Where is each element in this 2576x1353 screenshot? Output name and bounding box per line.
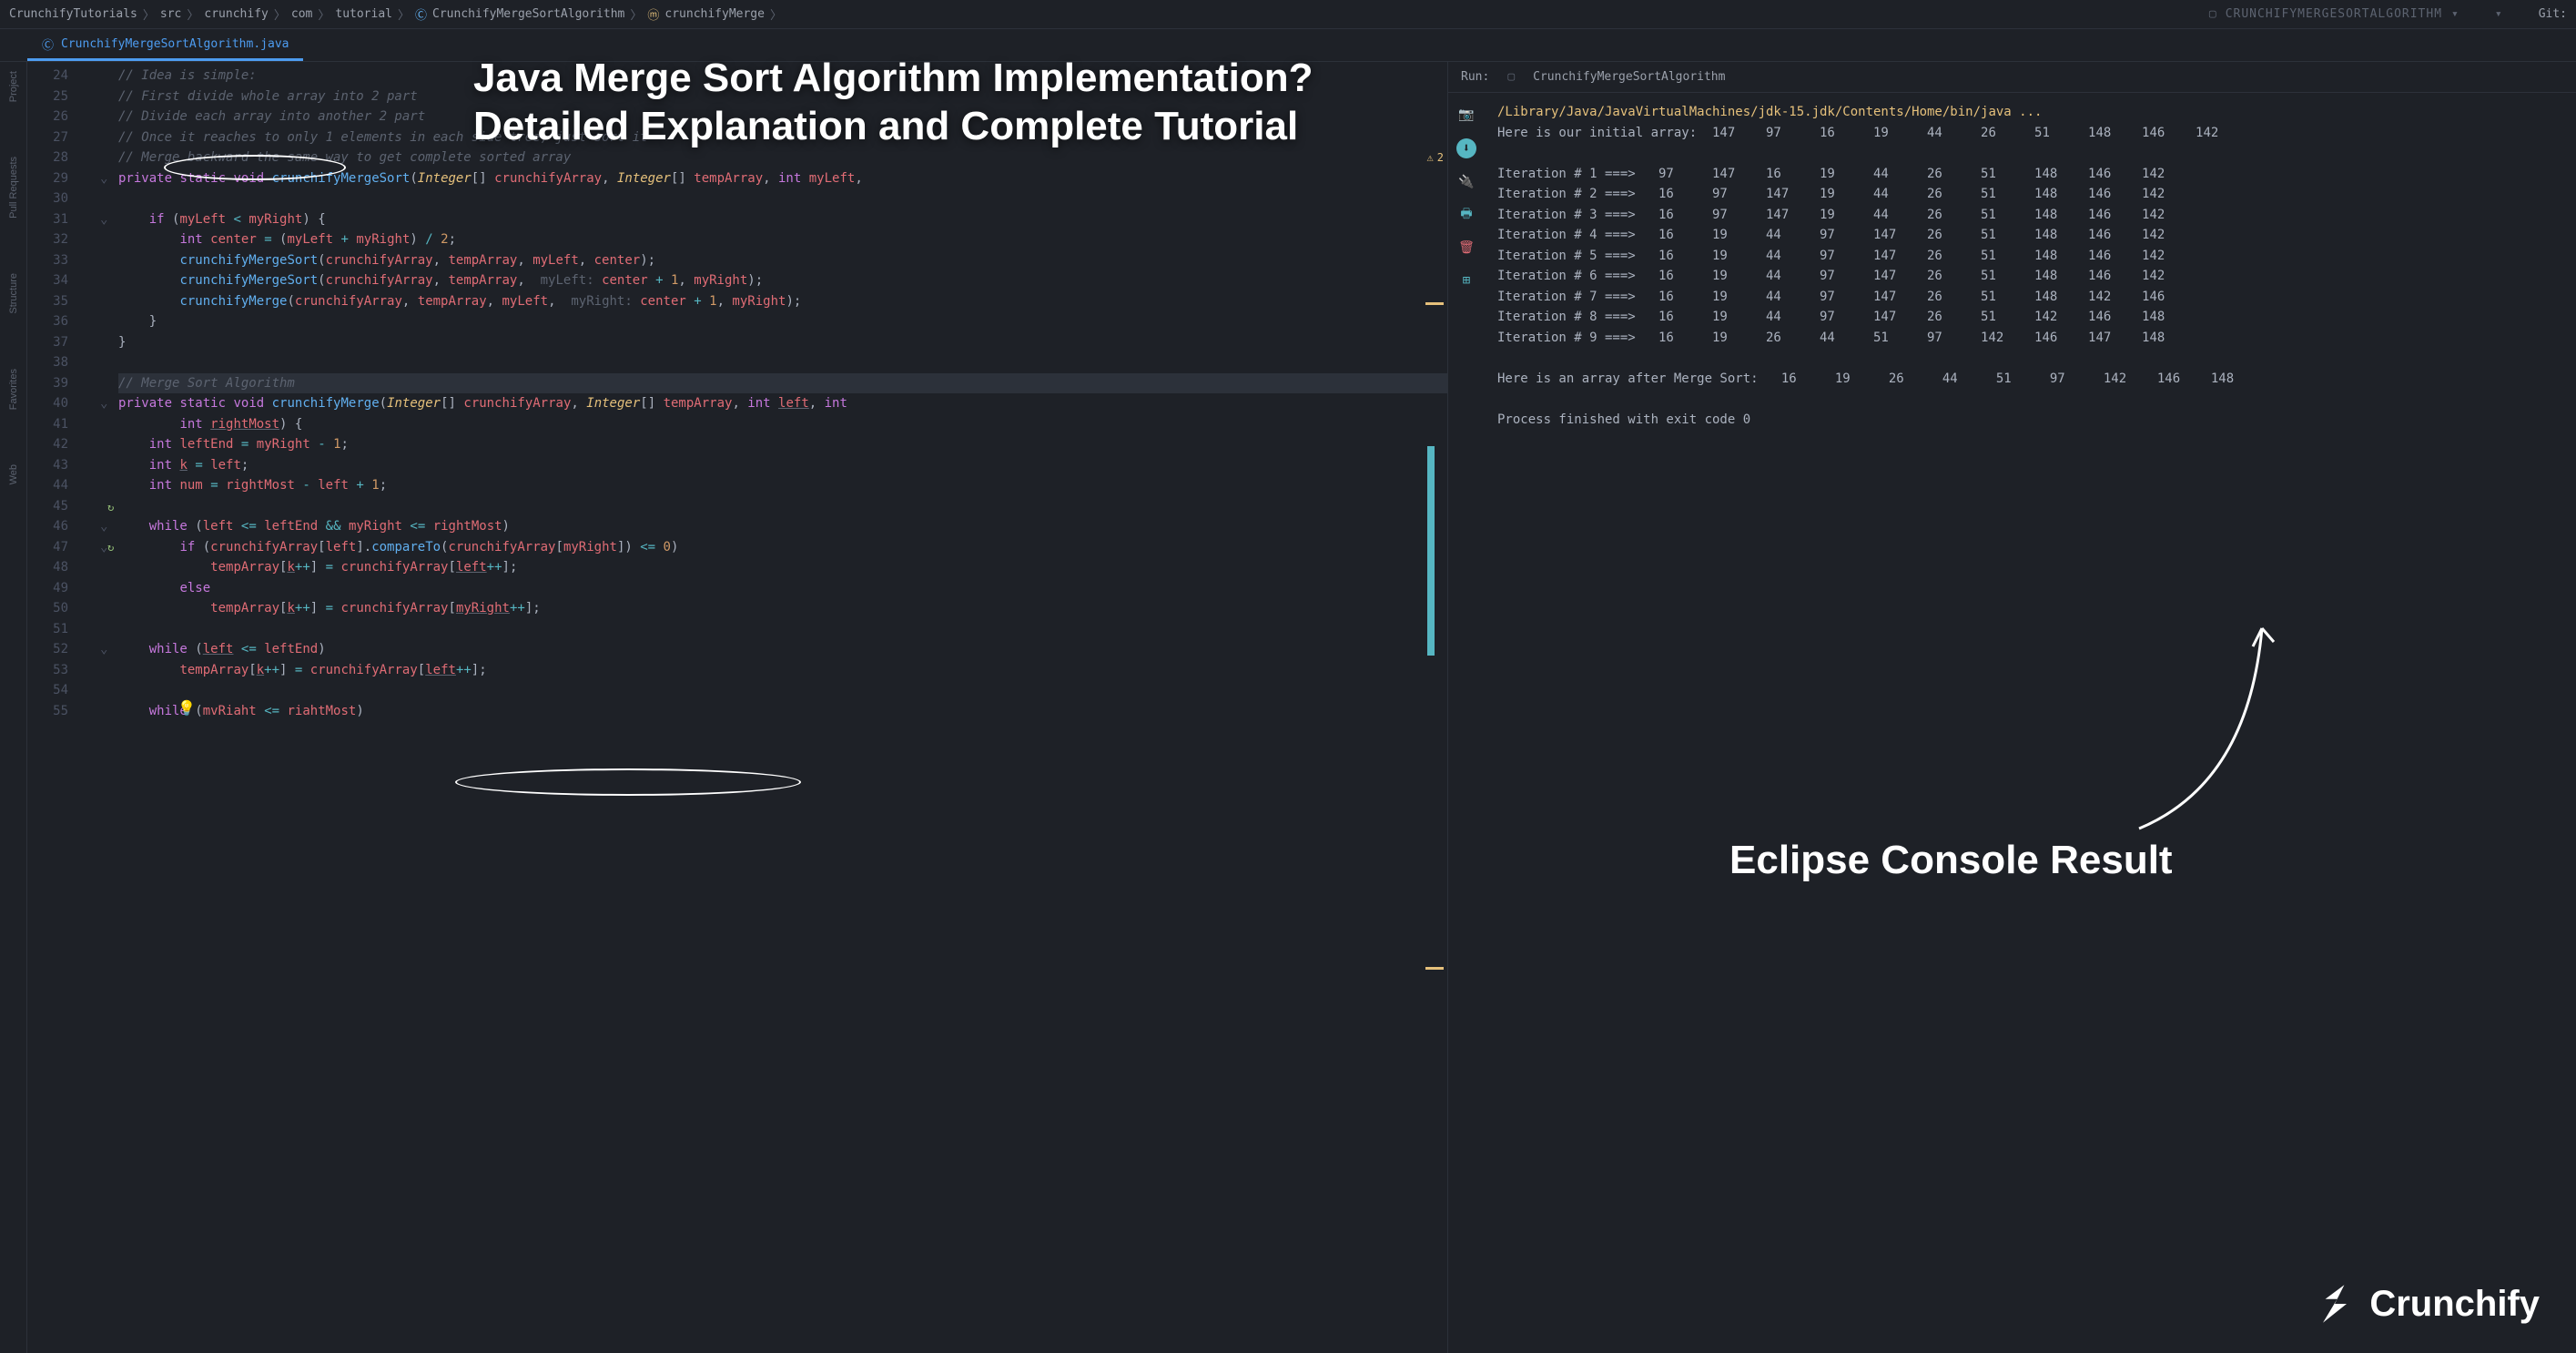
line-number-gutter: 2425262728293031323334353637383940414243… — [27, 66, 77, 721]
code-editor[interactable]: 2425262728293031323334353637383940414243… — [27, 62, 1447, 1353]
sidebar-project[interactable]: Project — [8, 71, 19, 102]
warnings-indicator[interactable]: ⚠ 2 — [1427, 151, 1444, 164]
sidebar-pull-requests[interactable]: Pull Requests — [8, 157, 19, 219]
change-marker — [1427, 446, 1435, 656]
download-icon[interactable]: ⬇ — [1456, 138, 1476, 158]
application-icon: ▢ — [2209, 7, 2216, 21]
breadcrumb[interactable]: CrunchifyTutorials 〉 src 〉 crunchify 〉 c… — [9, 5, 782, 23]
console-output[interactable]: /Library/Java/JavaVirtualMachines/jdk-15… — [1485, 93, 2576, 1353]
method-icon: ⓜ — [647, 5, 659, 23]
file-tab-label: CrunchifyMergeSortAlgorithm.java — [61, 37, 289, 51]
crunchify-logo: Crunchify — [2311, 1280, 2540, 1328]
print-icon[interactable]: 🖶 — [1457, 206, 1476, 224]
recursive-call-icon: ↻ — [107, 501, 114, 514]
recursive-call-icon: ↻ — [107, 541, 114, 554]
trash-icon[interactable]: 🗑 — [1457, 239, 1476, 257]
warning-stripe — [1425, 302, 1444, 305]
camera-icon[interactable]: 📷 — [1457, 106, 1476, 124]
warning-icon: ⚠ — [1427, 151, 1434, 164]
run-console: Run: ▢ CrunchifyMergeSortAlgorithm 📷 ⬇ 🔌… — [1447, 62, 2576, 1353]
run-configuration-dropdown[interactable]: ▢ CRUNCHIFYMERGESORTALGORITHM ▾ — [2209, 7, 2459, 21]
editor-tabs: Ⓒ CrunchifyMergeSortAlgorithm.java — [0, 29, 2576, 62]
git-label[interactable]: Git: — [2539, 7, 2567, 21]
intention-bulb-icon[interactable]: 💡 — [177, 699, 196, 717]
sidebar-favorites[interactable]: Favorites — [8, 369, 19, 410]
plug-icon[interactable]: 🔌 — [1457, 173, 1476, 191]
console-toolbar: 📷 ⬇ 🔌 🖶 🗑 ⊞ — [1448, 93, 1485, 1353]
dropdown-icon[interactable]: ▾ — [2495, 7, 2502, 21]
top-bar: CrunchifyTutorials 〉 src 〉 crunchify 〉 c… — [0, 0, 2576, 29]
left-tool-sidebar: Project Pull Requests Structure Favorite… — [0, 62, 27, 1353]
run-label: Run: — [1461, 70, 1489, 84]
breadcrumb-project[interactable]: CrunchifyTutorials — [9, 7, 137, 21]
sidebar-structure[interactable]: Structure — [8, 273, 19, 314]
file-tab-active[interactable]: Ⓒ CrunchifyMergeSortAlgorithm.java — [27, 29, 303, 61]
java-file-icon: Ⓒ — [42, 36, 54, 53]
application-icon: ▢ — [1507, 70, 1515, 84]
run-config-name[interactable]: CrunchifyMergeSortAlgorithm — [1533, 70, 1725, 84]
class-icon: Ⓒ — [415, 5, 427, 23]
sidebar-web[interactable]: Web — [8, 464, 19, 484]
warning-stripe — [1425, 967, 1444, 970]
layout-icon[interactable]: ⊞ — [1457, 271, 1476, 290]
chevron-down-icon: ▾ — [2451, 7, 2459, 21]
